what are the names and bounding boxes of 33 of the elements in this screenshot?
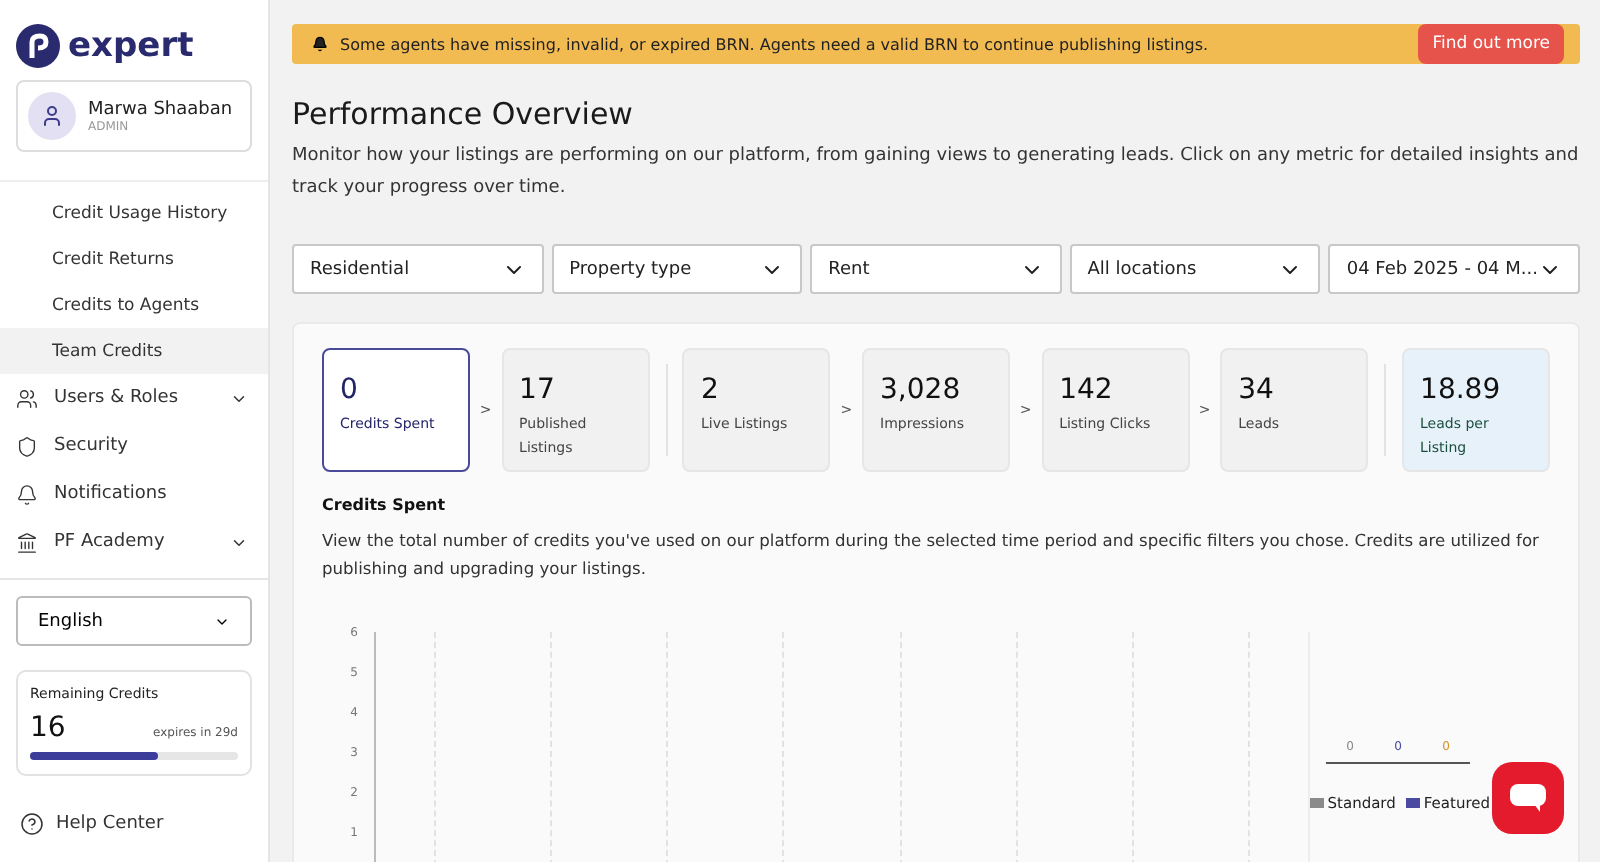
nav-item[interactable]: Notifications — [0, 470, 268, 518]
language-select[interactable]: English — [16, 596, 252, 646]
nav-subitem[interactable]: Team Credits — [0, 328, 268, 374]
chat-icon — [1510, 784, 1546, 812]
page-subtitle: Monitor how your listings are performing on our platform, from gaining views to generating leads. Click on any metric for detailed insights and track your progress over time. — [292, 144, 1580, 202]
nav-subitem[interactable]: Credit Returns — [0, 236, 268, 282]
nav-subitem[interactable]: Credits to Agents — [0, 282, 268, 328]
nav-item[interactable]: Users & Roles — [0, 374, 268, 422]
page-title: Performance Overview — [292, 96, 635, 132]
filter-dropdown[interactable]: Rent — [810, 244, 1062, 294]
section-title: Credits Spent — [322, 496, 448, 514]
filter-dropdown[interactable]: Residential — [292, 244, 544, 294]
filter-dropdown[interactable]: Property type — [551, 244, 803, 294]
logo-icon — [16, 24, 60, 68]
chat-button[interactable] — [1492, 762, 1564, 834]
landmark-icon — [16, 531, 38, 553]
credits-value: 16 — [30, 712, 66, 744]
logo-text: expert — [68, 26, 194, 66]
avatar-icon — [28, 92, 76, 140]
bell-icon — [312, 36, 328, 52]
help-link[interactable]: Help Center — [0, 792, 268, 856]
nav-subitem[interactable]: Credit Usage History — [0, 190, 268, 236]
find-out-more-button[interactable]: Find out more — [1418, 24, 1564, 64]
shield-icon — [16, 435, 38, 457]
nav-item[interactable]: PF Academy — [0, 518, 268, 566]
filter-dropdown[interactable]: All locations — [1069, 244, 1321, 294]
users-icon — [16, 387, 38, 409]
nav-item[interactable]: Security — [0, 422, 268, 470]
filter-dropdown[interactable]: 04 Feb 2025 - 04 M... — [1328, 244, 1580, 294]
help-icon — [20, 812, 44, 836]
section-description: View the total number of credits you've used on our platform during the selected time period and specific filters you chose. Credits are utilized for publishing and upgrading your listings. — [322, 528, 1541, 582]
bell-icon — [16, 483, 38, 505]
banner-message: Some agents have missing, invalid, or expired BRN. Agents need a valid BRN to continue publishing listings. — [340, 35, 1211, 53]
